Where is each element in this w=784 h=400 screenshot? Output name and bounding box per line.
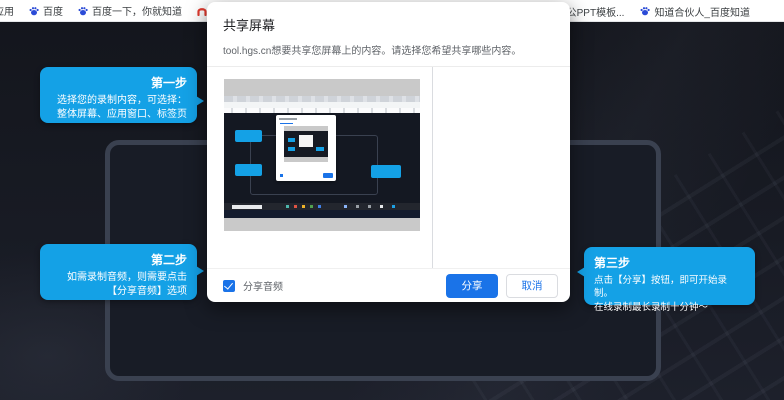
pdf-converter-icon <box>197 6 207 16</box>
mini-share-dialog <box>276 115 336 181</box>
mini-dot <box>288 138 295 142</box>
thumbnail-screenshot <box>224 96 420 218</box>
mini-taskbar <box>224 203 420 210</box>
share-audio-label: 分享音频 <box>243 282 283 293</box>
callout-line: 【分享音频】选项 <box>107 286 187 297</box>
mini-taskbar-icon <box>294 205 297 208</box>
mini-taskbar-icon <box>380 205 383 208</box>
screen: 应用 百度 百度一下，你就知道 PDF转换器 <box>0 0 784 400</box>
mini-taskbar-icon <box>356 205 359 208</box>
callout-step-1: 第一步 选择您的录制内容，可选择： 整体屏幕、应用窗口、标签页 <box>40 67 204 123</box>
baidu-paw-icon <box>640 6 651 16</box>
bookmark-label: 百度 <box>43 7 63 18</box>
mini-taskbar-icon <box>344 205 347 208</box>
mini-checkbox <box>280 174 283 177</box>
callout-line: 如需录制音频，则需要点击 <box>67 272 187 283</box>
baidu-paw-icon <box>29 6 39 16</box>
content-divider <box>432 67 433 268</box>
share-button[interactable]: 分享 <box>446 273 498 298</box>
mini-thumbnail <box>284 126 328 162</box>
mini-taskbar-icon <box>392 205 395 208</box>
screen-preview-thumbnail[interactable] <box>224 79 420 231</box>
callout-line: 选择您的录制内容，可选择： <box>57 95 187 106</box>
bookmark-baidu-search[interactable]: 百度一下，你就知道 <box>78 3 182 18</box>
mini-taskbar-icon <box>286 205 289 208</box>
mini-dialog-tab <box>280 123 293 124</box>
mini-thumbnail-shot <box>284 131 328 157</box>
mini-mini-dialog <box>299 135 313 147</box>
dialog-subtitle: tool.hgs.cn想要共享您屏幕上的内容。请选择您希望共享哪些内容。 <box>223 46 522 57</box>
callout-title: 第二步 <box>150 253 187 267</box>
cancel-button[interactable]: 取消 <box>506 273 558 298</box>
mini-taskbar-icon <box>318 205 321 208</box>
share-audio-checkbox[interactable] <box>223 279 235 292</box>
mini-callout-2 <box>235 164 262 176</box>
mini-share-button <box>323 173 333 178</box>
callout-title: 第三步 <box>594 256 631 270</box>
mini-dot <box>288 147 295 151</box>
dialog-title: 共享屏幕 <box>223 18 276 33</box>
mini-taskbar-icon <box>302 205 305 208</box>
mini-callout-3 <box>371 165 401 178</box>
mini-taskbar-icon <box>310 205 313 208</box>
bookmark-baidu[interactable]: 百度 <box>29 3 63 18</box>
footer-buttons: 分享 取消 <box>446 273 558 298</box>
bookmark-label: 知道合伙人_百度知道 <box>654 7 750 19</box>
mini-dialog-title <box>279 118 297 120</box>
callout-line: 整体屏幕、应用窗口、标签页 <box>57 109 187 120</box>
baidu-paw-icon <box>78 6 88 16</box>
mini-dot <box>316 147 324 151</box>
bookmark-label: 百度一下，你就知道 <box>92 7 182 18</box>
bookmark-zhidao[interactable]: 知道合伙人_百度知道 <box>640 4 750 19</box>
dialog-content <box>207 66 570 268</box>
callout-step-2: 第二步 如需录制音频，则需要点击 【分享音频】选项 <box>40 244 204 300</box>
mini-callout-1 <box>235 130 262 142</box>
mini-taskbar-search <box>232 204 262 209</box>
callout-title: 第一步 <box>150 76 187 90</box>
bookmark-apps[interactable]: 应用 <box>0 3 14 18</box>
mini-page <box>224 113 420 203</box>
mini-bottom-strip <box>224 210 420 218</box>
bookmark-label: 应用 <box>0 7 14 18</box>
share-screen-dialog: 共享屏幕 tool.hgs.cn想要共享您屏幕上的内容。请选择您希望共享哪些内容… <box>207 2 570 302</box>
callout-line: 在线录制最长录制十分钟～ <box>594 301 709 313</box>
dialog-footer: 分享音频 分享 取消 <box>207 268 570 302</box>
callout-line: 点击【分享】按钮，即可开始录制。 <box>594 275 728 300</box>
callout-step-3: 第三步 点击【分享】按钮，即可开始录制。 在线录制最长录制十分钟～ <box>577 247 755 313</box>
mini-taskbar-icon <box>368 205 371 208</box>
